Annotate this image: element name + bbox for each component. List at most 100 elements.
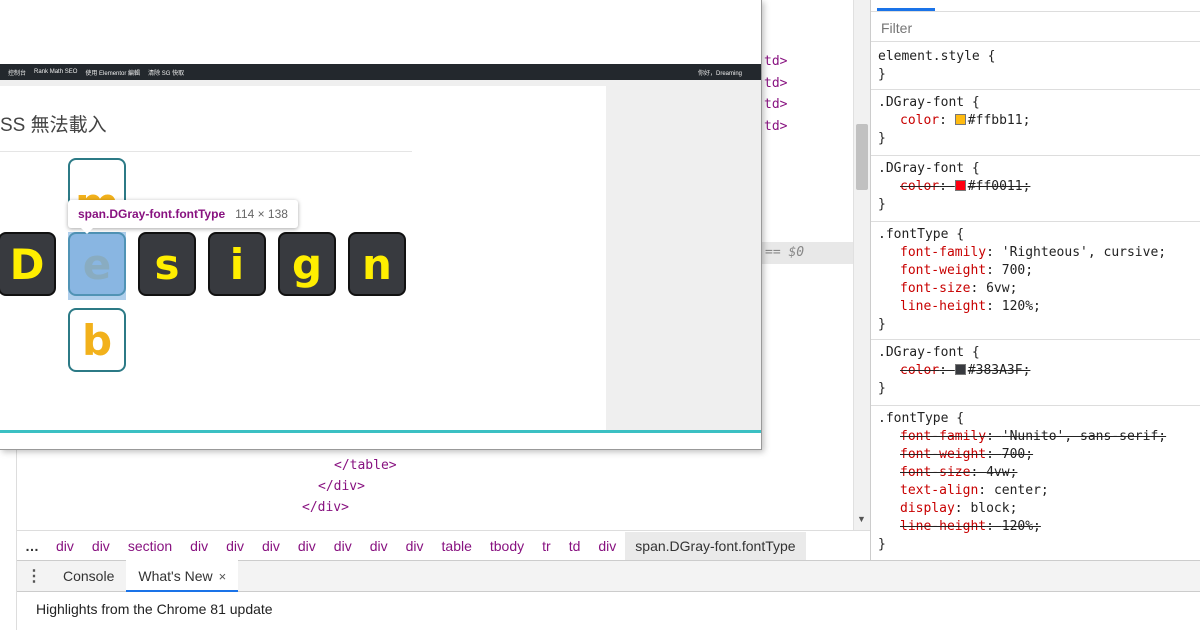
breadcrumb-current[interactable]: span.DGray-font.fontType bbox=[625, 531, 806, 560]
inspect-highlight bbox=[68, 232, 126, 300]
breadcrumb-item[interactable]: div bbox=[289, 538, 325, 554]
breadcrumb-item[interactable]: div bbox=[83, 538, 119, 554]
css-property[interactable]: display bbox=[900, 501, 955, 516]
css-property[interactable]: font-weight bbox=[900, 447, 986, 462]
letter-tile[interactable]: s bbox=[138, 232, 196, 296]
style-rule: .fontType { font-family: 'Righteous', cu… bbox=[871, 222, 1200, 340]
rule-close: } bbox=[878, 381, 886, 396]
color-swatch[interactable] bbox=[954, 364, 966, 375]
code-line[interactable]: td> bbox=[764, 76, 787, 91]
code-line[interactable]: td> bbox=[764, 119, 787, 134]
letter-tile[interactable]: g bbox=[278, 232, 336, 296]
css-property[interactable]: font-family bbox=[900, 245, 986, 260]
css-value[interactable]: 120%; bbox=[1002, 299, 1041, 314]
breadcrumb-item[interactable]: div bbox=[253, 538, 289, 554]
css-value[interactable]: center; bbox=[994, 483, 1049, 498]
css-value[interactable]: 'Righteous', cursive; bbox=[1002, 245, 1166, 260]
more-options-icon[interactable]: ⋮ bbox=[17, 566, 51, 586]
css-property[interactable]: color bbox=[900, 363, 939, 378]
breadcrumb-item[interactable]: div bbox=[325, 538, 361, 554]
css-property[interactable]: font-weight bbox=[900, 263, 986, 278]
adminbar-item[interactable]: 清除 SG 快取 bbox=[148, 68, 184, 77]
rule-close: } bbox=[878, 67, 886, 82]
css-value[interactable]: 6vw; bbox=[986, 281, 1017, 296]
breadcrumb-item[interactable]: div bbox=[589, 538, 625, 554]
css-property[interactable]: color bbox=[900, 179, 939, 194]
css-value[interactable]: 120%; bbox=[1002, 519, 1041, 534]
breadcrumb-item[interactable]: div bbox=[47, 538, 83, 554]
breadcrumb-item[interactable]: div bbox=[181, 538, 217, 554]
rule-selector[interactable]: .fontType { bbox=[878, 410, 1200, 428]
alt-letter: b bbox=[81, 315, 113, 365]
css-value[interactable]: 'Nunito', sans-serif; bbox=[1002, 429, 1166, 444]
rule-selector[interactable]: element.style { bbox=[878, 48, 1200, 66]
letter-tile[interactable]: n bbox=[348, 232, 406, 296]
css-value[interactable]: block; bbox=[970, 501, 1017, 516]
css-property[interactable]: text-align bbox=[900, 483, 978, 498]
code-line[interactable]: td> bbox=[764, 97, 787, 112]
rule-selector[interactable]: .DGray-font { bbox=[878, 344, 1200, 362]
color-swatch[interactable] bbox=[954, 180, 966, 191]
elements-scrollbar[interactable] bbox=[853, 0, 870, 530]
css-property[interactable]: font-size bbox=[900, 465, 970, 480]
breadcrumb-item[interactable]: tbody bbox=[481, 538, 533, 554]
breadcrumb-ellipsis[interactable]: … bbox=[17, 538, 47, 554]
letter: s bbox=[154, 239, 180, 289]
css-property[interactable]: font-family bbox=[900, 429, 986, 444]
breadcrumb-item[interactable]: div bbox=[361, 538, 397, 554]
code-line[interactable]: </table> bbox=[334, 458, 397, 473]
selected-node-marker: == $0 bbox=[765, 245, 805, 260]
tab-whats-new-label: What's New bbox=[138, 568, 213, 584]
css-property[interactable]: line-height bbox=[900, 299, 986, 314]
style-rule: element.style { } bbox=[871, 44, 1200, 90]
css-property[interactable]: font-size bbox=[900, 281, 970, 296]
breadcrumb-item[interactable]: div bbox=[217, 538, 253, 554]
code-line[interactable]: </div> bbox=[302, 500, 349, 515]
code-line[interactable]: </div> bbox=[318, 479, 365, 494]
letter-tile[interactable]: D bbox=[0, 232, 56, 296]
whats-new-content: Highlights from the Chrome 81 update bbox=[17, 592, 1200, 630]
breadcrumb-item[interactable]: div bbox=[397, 538, 433, 554]
breadcrumb-item[interactable]: section bbox=[119, 538, 181, 554]
styles-tabbar bbox=[871, 0, 1200, 12]
elements-scrollbar-thumb[interactable] bbox=[856, 124, 868, 190]
left-gutter bbox=[0, 450, 17, 630]
rule-selector[interactable]: .fontType { bbox=[878, 226, 1200, 244]
css-property[interactable]: color bbox=[900, 113, 939, 128]
filter-input[interactable] bbox=[871, 14, 1200, 41]
tab-styles[interactable] bbox=[877, 8, 935, 11]
css-value[interactable]: #ffbb11; bbox=[968, 113, 1031, 128]
wp-admin-bar: 控制台 Rank Math SEO 使用 Elementor 編輯 清除 SG … bbox=[0, 64, 761, 80]
letter: D bbox=[9, 239, 45, 289]
breadcrumb-item[interactable]: table bbox=[433, 538, 481, 554]
code-line[interactable]: td> bbox=[764, 54, 787, 69]
scroll-down-arrow-icon[interactable]: ▼ bbox=[857, 514, 866, 524]
css-value[interactable]: #ff0011; bbox=[968, 179, 1031, 194]
css-value[interactable]: #383A3F; bbox=[968, 363, 1031, 378]
breadcrumb-item[interactable]: tr bbox=[533, 538, 560, 554]
tab-console[interactable]: Console bbox=[51, 560, 126, 592]
adminbar-item[interactable]: 控制台 bbox=[8, 68, 26, 77]
browser-window: 控制台 Rank Math SEO 使用 Elementor 編輯 清除 SG … bbox=[0, 0, 762, 450]
rule-selector[interactable]: .DGray-font { bbox=[878, 160, 1200, 178]
adminbar-item[interactable]: 使用 Elementor 編輯 bbox=[85, 68, 140, 77]
tooltip-selector: span.DGray-font.fontType bbox=[78, 207, 226, 221]
rule-selector[interactable]: .DGray-font { bbox=[878, 94, 1200, 112]
css-property[interactable]: line-height bbox=[900, 519, 986, 534]
css-value[interactable]: 700; bbox=[1002, 263, 1033, 278]
adminbar-item[interactable]: Rank Math SEO bbox=[34, 69, 77, 75]
adminbar-greeting[interactable]: 你好，Dreaming bbox=[698, 68, 742, 77]
divider bbox=[0, 151, 412, 152]
letter-tile[interactable]: i bbox=[208, 232, 266, 296]
css-value[interactable]: 700; bbox=[1002, 447, 1033, 462]
alt-letter-tile[interactable]: b bbox=[68, 308, 126, 372]
breadcrumb-item[interactable]: td bbox=[560, 538, 590, 554]
breadcrumb: … div div section div div div div div di… bbox=[17, 530, 870, 560]
tab-whats-new[interactable]: What's New × bbox=[126, 560, 239, 592]
rule-close: } bbox=[878, 197, 886, 212]
drawer-tabbar: ⋮ Console What's New × bbox=[17, 560, 1200, 592]
css-value[interactable]: 4vw; bbox=[986, 465, 1017, 480]
inspect-tooltip: span.DGray-font.fontType 114 × 138 bbox=[68, 200, 298, 228]
color-swatch[interactable] bbox=[954, 114, 966, 125]
close-icon[interactable]: × bbox=[219, 569, 227, 584]
